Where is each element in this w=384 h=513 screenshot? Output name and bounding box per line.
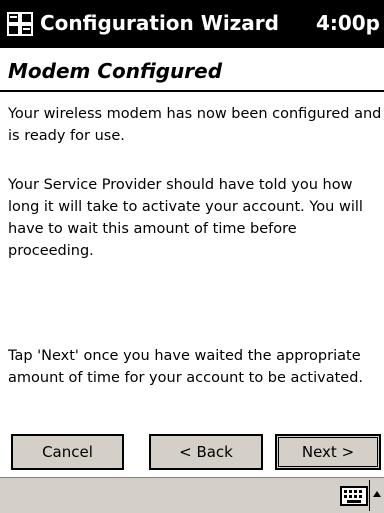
title-bar: Configuration Wizard 4:00p bbox=[0, 0, 384, 48]
up-arrow-icon[interactable] bbox=[372, 488, 382, 504]
menu-divider bbox=[369, 480, 370, 511]
menu-bar bbox=[0, 477, 384, 513]
intro-paragraph: Your wireless modem has now been configu… bbox=[8, 106, 382, 144]
instruction-paragraph: Tap 'Next' once you have waited the appr… bbox=[8, 348, 364, 386]
next-button[interactable]: Next > bbox=[275, 434, 381, 470]
page-title: Modem Configured bbox=[8, 59, 223, 83]
windows-flag-icon[interactable] bbox=[4, 9, 36, 39]
clock[interactable]: 4:00p bbox=[316, 9, 380, 37]
heading-divider bbox=[0, 90, 384, 92]
activation-paragraph: Your Service Provider should have told y… bbox=[8, 177, 363, 259]
app-title: Configuration Wizard bbox=[40, 11, 279, 35]
keyboard-icon[interactable] bbox=[340, 486, 368, 506]
cancel-button[interactable]: Cancel bbox=[11, 434, 124, 470]
back-button[interactable]: < Back bbox=[149, 434, 263, 470]
